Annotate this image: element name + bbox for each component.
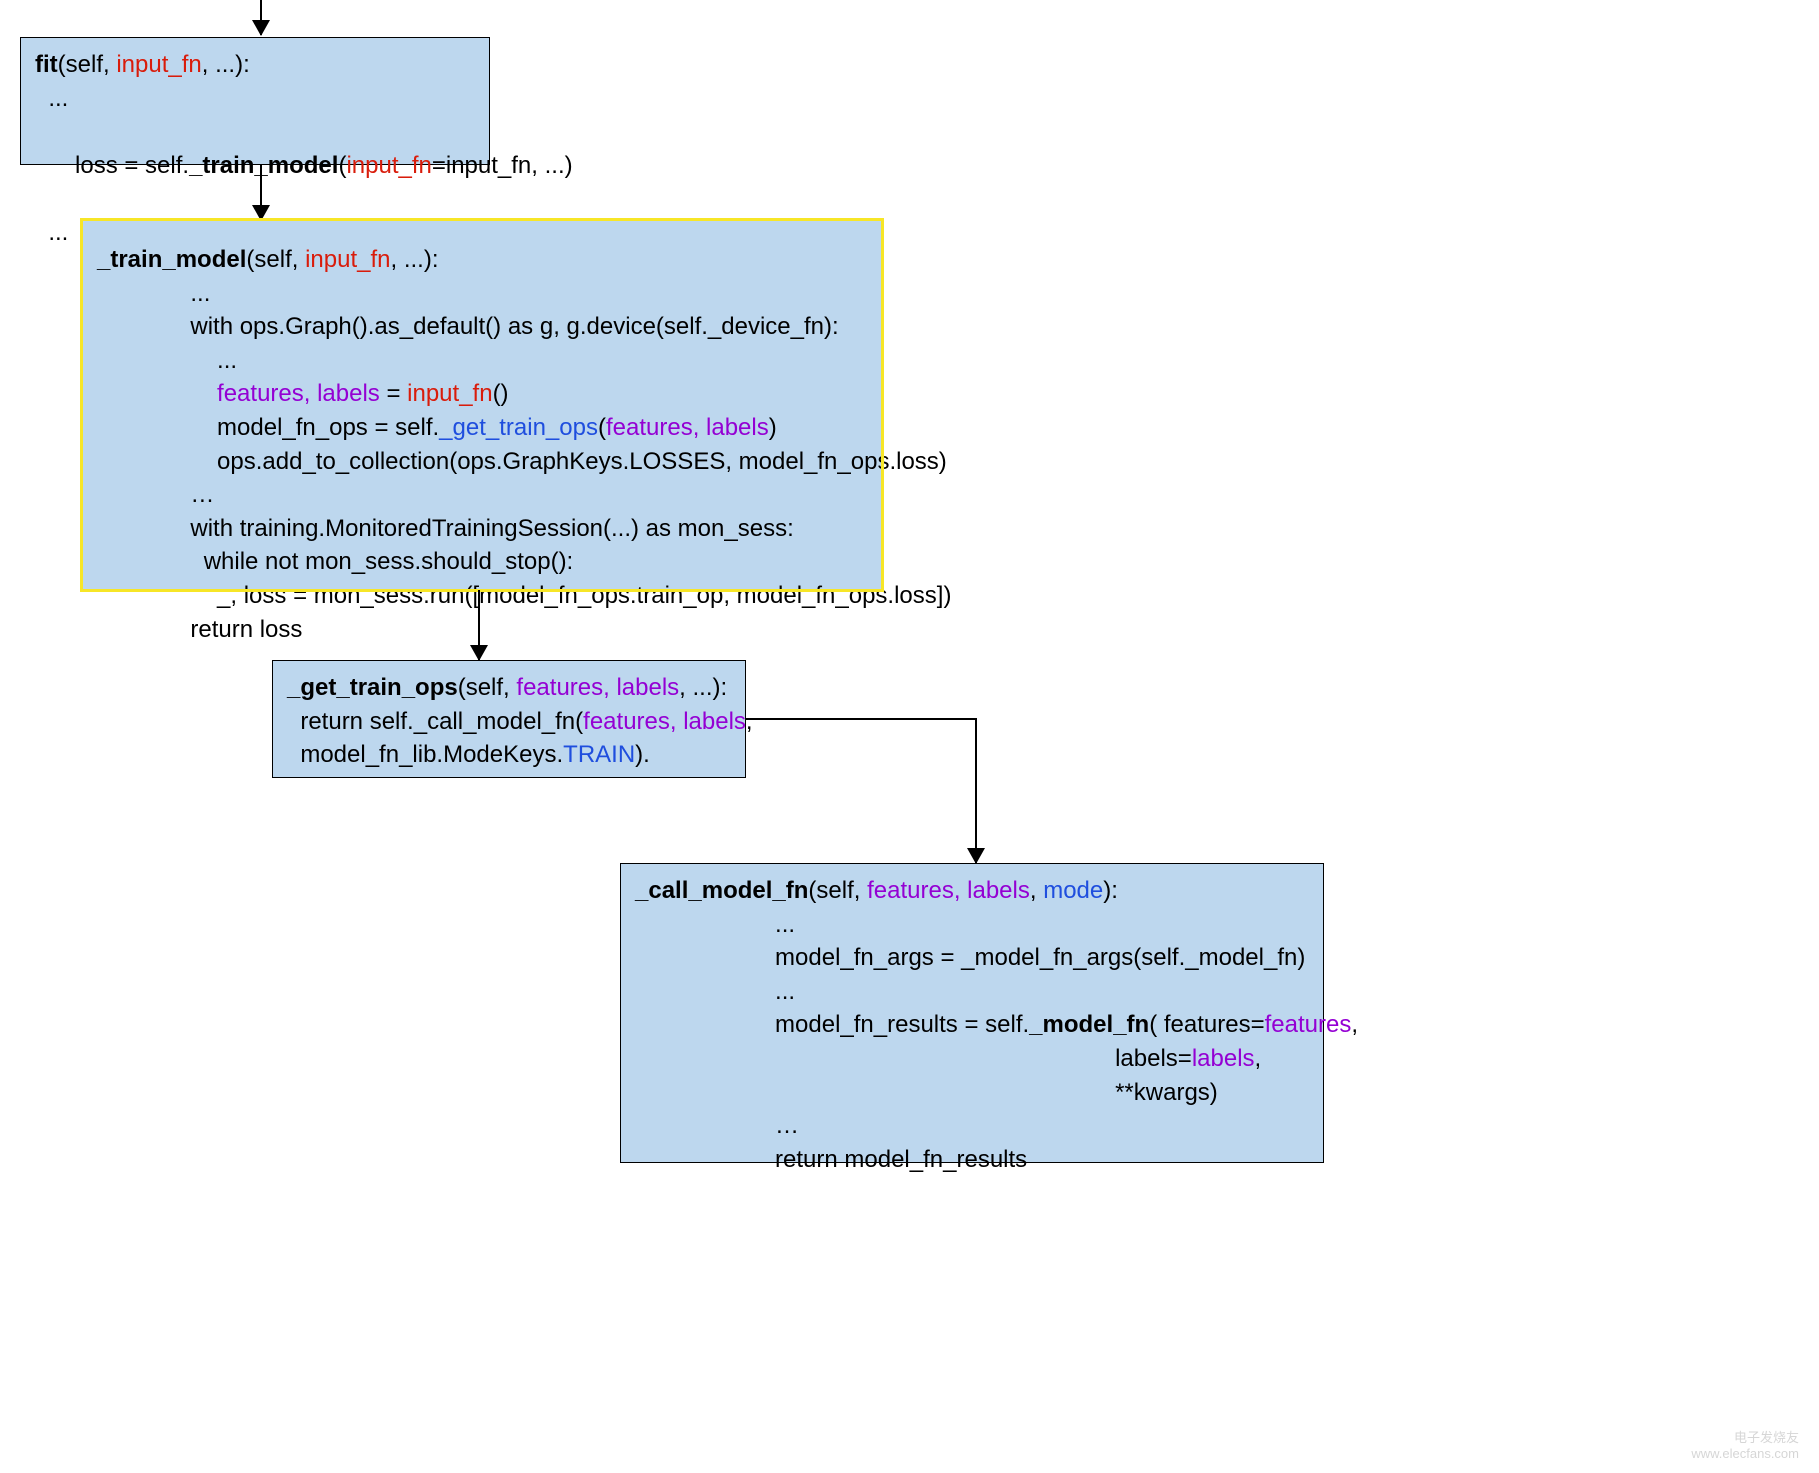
- box-fit: fit(self, input_fn, ...): ... loss = sel…: [20, 37, 490, 165]
- fit-line2: loss = self._train_model(input_fn=input_…: [35, 115, 475, 216]
- getops-l1: return self._call_model_fn(features, lab…: [287, 705, 731, 739]
- watermark-line1: 电子发烧友: [1691, 1427, 1799, 1446]
- fit-signature: fit(self, input_fn, ...):: [35, 48, 475, 82]
- callfn-l7: …: [635, 1109, 1309, 1143]
- train-l6: ops.add_to_collection(ops.GraphKeys.LOSS…: [97, 445, 867, 479]
- train-l5: model_fn_ops = self._get_train_ops(featu…: [97, 411, 867, 445]
- train-l2: with ops.Graph().as_default() as g, g.de…: [97, 310, 867, 344]
- train-l3: ...: [97, 344, 867, 378]
- fit-line1: ...: [35, 82, 475, 116]
- train-l1: ...: [97, 277, 867, 311]
- train-l7: …: [97, 478, 867, 512]
- callfn-l8: return model_fn_results: [635, 1143, 1309, 1177]
- callfn-l1: ...: [635, 908, 1309, 942]
- callfn-l2: model_fn_args = _model_fn_args(self._mod…: [635, 941, 1309, 975]
- callfn-l6: **kwargs): [635, 1076, 1309, 1110]
- box-train-model: _train_model(self, input_fn, ...): ... w…: [82, 220, 882, 590]
- arrow-into-fit: [260, 0, 262, 35]
- box-call-model-fn: _call_model_fn(self, features, labels, m…: [620, 863, 1324, 1163]
- box-get-train-ops: _get_train_ops(self, features, labels, .…: [272, 660, 746, 778]
- train-signature: _train_model(self, input_fn, ...):: [97, 243, 867, 277]
- callfn-l4: model_fn_results = self._model_fn( featu…: [635, 1008, 1309, 1042]
- train-l4: features, labels = input_fn(): [97, 377, 867, 411]
- arrow-horiz-getops-to-callfn: [746, 718, 976, 720]
- watermark-line2: www.elecfans.com: [1691, 1446, 1799, 1461]
- train-l9: while not mon_sess.should_stop():: [97, 545, 867, 579]
- getops-signature: _get_train_ops(self, features, labels, .…: [287, 671, 731, 705]
- watermark: 电子发烧友 www.elecfans.com: [1691, 1427, 1799, 1461]
- train-l10: _, loss = mon_sess.run([model_fn_ops.tra…: [97, 579, 867, 613]
- callfn-l5: labels=labels,: [635, 1042, 1309, 1076]
- train-l11: return loss: [97, 613, 867, 647]
- arrow-getops-to-callfn: [975, 718, 977, 863]
- train-l8: with training.MonitoredTrainingSession(.…: [97, 512, 867, 546]
- arrow-train-to-getops: [478, 590, 480, 660]
- getops-l2: model_fn_lib.ModeKeys.TRAIN).: [287, 738, 731, 772]
- callfn-signature: _call_model_fn(self, features, labels, m…: [635, 874, 1309, 908]
- callfn-l3: ...: [635, 975, 1309, 1009]
- arrow-fit-to-train: [260, 165, 262, 220]
